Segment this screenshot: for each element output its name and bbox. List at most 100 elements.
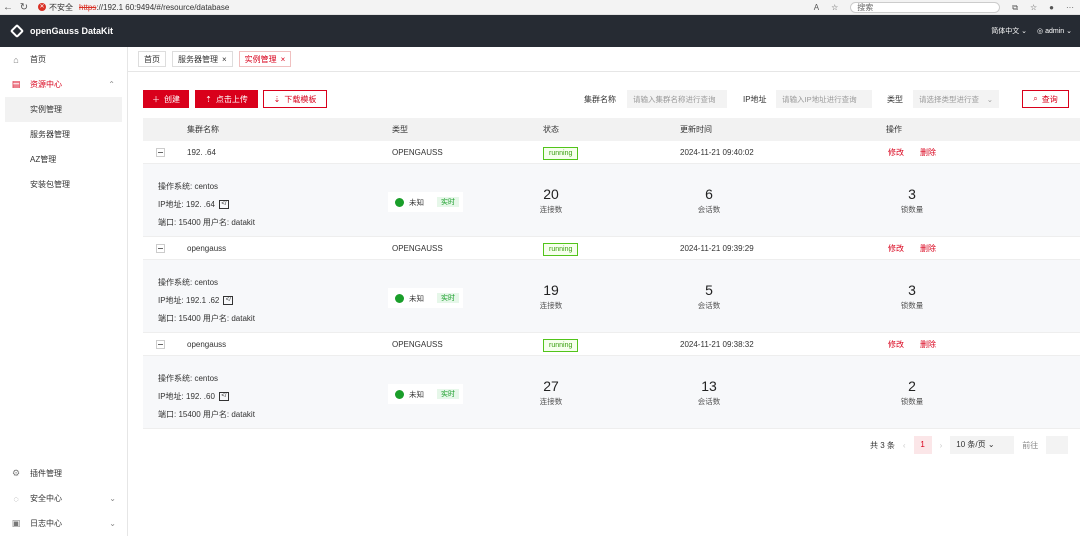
sidebar-item-label: AZ管理	[30, 155, 57, 164]
plus-icon: ＋	[152, 94, 160, 104]
warning-icon: ✕	[38, 3, 46, 11]
ip-info: IP地址: 192.1 .62 </	[158, 295, 234, 306]
terminal-icon[interactable]: </	[218, 200, 229, 210]
metric-label: 锁数量	[900, 301, 924, 310]
cluster-name-input[interactable]: 请输入集群名称进行查询	[627, 90, 727, 108]
ip-info: IP地址: 192. .60 </	[158, 391, 229, 402]
connections-metric: 27 连接数	[511, 378, 591, 407]
sidebar-item-az[interactable]: AZ管理	[0, 147, 127, 172]
os-info: 操作系统: centos	[158, 278, 219, 287]
goto-page-input[interactable]	[1046, 436, 1069, 454]
realtime-tag: 实时	[437, 389, 459, 399]
table-row: opengauss OPENGAUSS running 2024-11-21 0…	[143, 237, 1080, 260]
edit-link[interactable]: 修改	[888, 333, 904, 356]
sidebar-item-plugins[interactable]: ⚙ 插件管理	[0, 461, 128, 486]
extensions-icon[interactable]: ⧉	[1012, 3, 1018, 13]
read-aloud-icon[interactable]: A	[814, 3, 819, 12]
browser-search-input[interactable]: 搜索	[850, 2, 1001, 13]
sidebar-item-resource-center[interactable]: ▤ 资源中心 ⌃	[0, 72, 127, 97]
collapse-toggle[interactable]	[156, 148, 165, 157]
sidebar-item-label: 日志中心	[30, 519, 62, 528]
query-button[interactable]: ⌕ 查询	[1022, 90, 1069, 108]
page-size-select[interactable]: 10 条/页 ⌄	[950, 436, 1015, 454]
favorites-bar-icon[interactable]: ☆	[1030, 3, 1037, 12]
column-header: 更新时间	[680, 125, 712, 134]
status-dot-icon	[395, 293, 404, 303]
instance-type: OPENGAUSS	[392, 340, 443, 349]
cluster-name: 192. .64	[187, 148, 216, 157]
chevron-down-icon: ⌄	[987, 440, 995, 449]
sidebar-item-label: 资源中心	[30, 80, 62, 89]
create-button[interactable]: ＋ 创建	[143, 90, 189, 108]
edit-link[interactable]: 修改	[888, 141, 904, 164]
terminal-icon[interactable]: </	[218, 392, 229, 402]
sidebar-item-packages[interactable]: 安装包管理	[0, 172, 127, 197]
language-selector[interactable]: 简体中文 ⌄	[991, 26, 1027, 36]
metric-label: 锁数量	[900, 397, 924, 406]
collapse-toggle[interactable]	[156, 340, 165, 349]
tab-label: 首页	[144, 54, 160, 64]
health-label: 未知	[409, 293, 424, 303]
upload-button[interactable]: ⇡ 点击上传	[195, 90, 258, 108]
delete-link[interactable]: 删除	[920, 237, 936, 260]
user-menu[interactable]: ◎ admin ⌄	[1037, 27, 1072, 35]
profile-icon[interactable]: ●	[1049, 3, 1054, 12]
prev-page-icon[interactable]: ‹	[903, 441, 906, 450]
close-icon[interactable]: ×	[281, 55, 286, 64]
delete-link[interactable]: 删除	[920, 333, 936, 356]
back-icon[interactable]: ←	[0, 2, 16, 13]
more-icon[interactable]: ···	[1066, 3, 1074, 12]
update-time: 2024-11-21 09:40:02	[680, 148, 754, 157]
sidebar-item-label: 首页	[30, 55, 46, 64]
security-warning[interactable]: ✕ 不安全	[38, 2, 73, 13]
tab-servers[interactable]: 服务器管理 ×	[172, 51, 233, 67]
address-bar[interactable]: https://192.1 60:9494/#/resource/databas…	[79, 3, 229, 12]
tab-instances[interactable]: 实例管理 ×	[238, 51, 292, 67]
language-label: 简体中文	[991, 28, 1020, 35]
column-header: 类型	[392, 125, 408, 134]
user-icon: ◎	[1037, 28, 1044, 35]
metric-label: 会话数	[697, 397, 721, 406]
sidebar-item-instances[interactable]: 实例管理	[5, 97, 122, 122]
upload-icon: ⇡	[205, 94, 212, 104]
favorite-icon[interactable]: ☆	[831, 3, 838, 12]
metric-label: 连接数	[539, 301, 563, 310]
row-detail: 操作系统: centos IP地址: 192. .64 </ 端口: 15400 …	[143, 164, 1080, 237]
terminal-icon[interactable]: </	[223, 296, 234, 306]
upload-label: 点击上传	[215, 94, 248, 104]
ip-input[interactable]: 请输入IP地址进行查询	[776, 90, 872, 108]
sidebar-item-logs[interactable]: ▣ 日志中心 ⌄	[0, 511, 128, 536]
type-select[interactable]: 请选择类型进行查询 ⌄	[913, 90, 999, 108]
close-icon[interactable]: ×	[222, 55, 227, 64]
sessions-metric: 6 会话数	[669, 186, 749, 215]
port-info: 端口: 15400 用户名: datakit	[158, 410, 255, 419]
next-page-icon[interactable]: ›	[940, 441, 943, 450]
refresh-icon[interactable]: ↻	[16, 2, 32, 13]
plugin-icon: ⚙	[11, 468, 21, 478]
total-count: 共 3 条	[870, 440, 895, 450]
delete-link[interactable]: 删除	[920, 141, 936, 164]
metric-label: 锁数量	[900, 205, 924, 214]
shield-icon: ◌	[13, 493, 19, 504]
column-header: 操作	[886, 125, 902, 134]
page-1-button[interactable]: 1	[913, 436, 932, 454]
metric-label: 连接数	[539, 397, 563, 406]
metric-value: 3	[908, 282, 916, 298]
server-icon: ▤	[11, 79, 21, 89]
download-template-button[interactable]: ⇣ 下载模板	[263, 90, 327, 108]
health-status: 未知 实时	[388, 192, 463, 212]
edit-link[interactable]: 修改	[888, 237, 904, 260]
cluster-name: opengauss	[187, 244, 227, 253]
port-info: 端口: 15400 用户名: datakit	[158, 218, 255, 227]
instance-table: 集群名称 类型 状态 更新时间 操作 192. .64 OPENGAUSS ru…	[143, 118, 1080, 429]
sidebar-item-home[interactable]: ⌂ 首页	[0, 47, 127, 72]
ip-text: IP地址: 192.1 .62	[158, 296, 220, 305]
sidebar-item-security[interactable]: ◌ 安全中心 ⌄	[0, 486, 128, 511]
tab-home[interactable]: 首页	[138, 51, 166, 67]
sidebar-item-servers[interactable]: 服务器管理	[0, 122, 127, 147]
page-size-label: 10 条/页	[956, 440, 986, 449]
type-placeholder: 请选择类型进行查询	[919, 94, 979, 104]
metric-value: 2	[908, 378, 916, 394]
collapse-toggle[interactable]	[156, 244, 165, 253]
update-time: 2024-11-21 09:38:32	[680, 340, 754, 349]
